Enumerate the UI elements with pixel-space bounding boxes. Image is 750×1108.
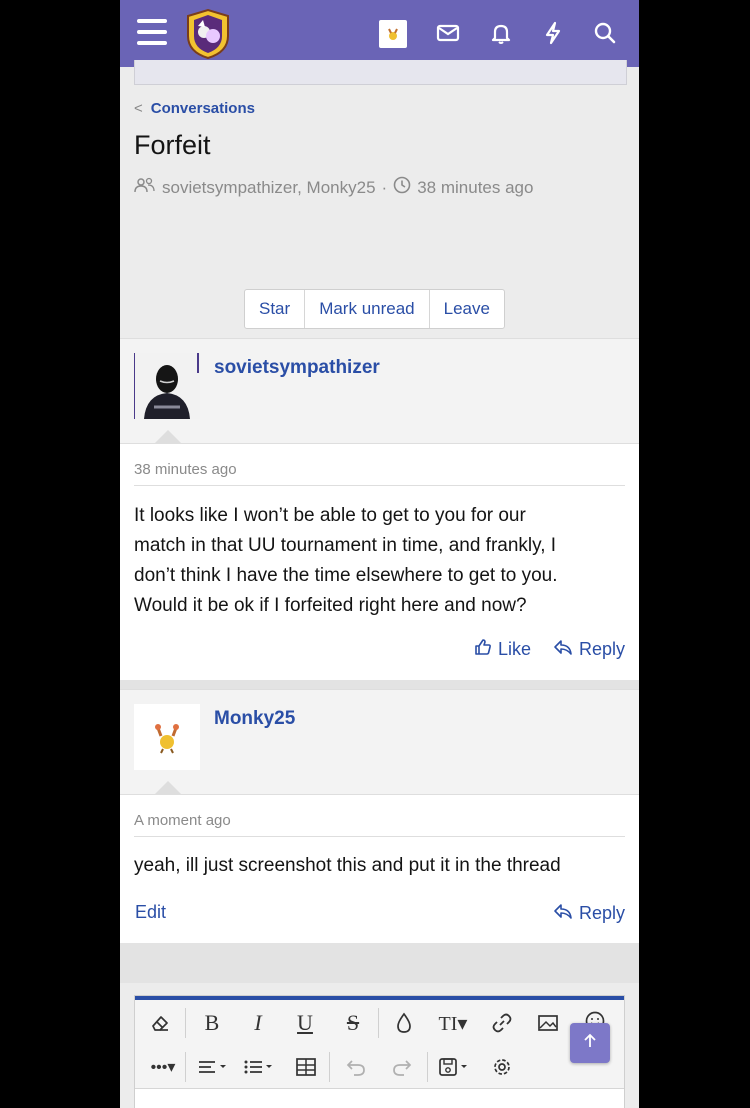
avatar[interactable] [134,704,200,770]
message-line: Would it be ok if I forfeited right here… [134,595,527,616]
list-icon[interactable] [239,1052,279,1082]
message-header: sovietsympathizer [120,338,639,443]
edit-button[interactable]: Edit [135,902,166,923]
inbox-icon[interactable] [435,20,461,46]
reply-label: Reply [579,639,626,659]
breadcrumb[interactable]: < Conversations [134,100,255,117]
save-draft-icon[interactable] [435,1052,475,1082]
more-icon[interactable]: •••▾ [143,1052,183,1082]
eraser-icon[interactable] [145,1008,175,1038]
scroll-to-top-button[interactable] [570,1023,610,1063]
table-icon[interactable] [291,1052,321,1082]
notch [155,781,181,794]
color-icon[interactable] [389,1008,419,1038]
message-time[interactable]: 38 minutes ago [134,461,237,478]
settings-icon[interactable] [487,1052,517,1082]
message-username[interactable]: Monky25 [214,708,295,730]
message-body: A moment ago yeah, ill just screenshot t… [120,794,639,943]
message-username[interactable]: sovietsympathizer [214,357,380,379]
italic-icon[interactable]: I [243,1008,273,1038]
reply-area-background [120,943,639,983]
like-button[interactable]: Like [474,638,531,661]
edit-label: Edit [135,902,167,922]
toolbar-divider [378,1008,379,1038]
participants-icon [134,176,156,199]
redo-icon[interactable] [387,1052,417,1082]
mark-unread-button[interactable]: Mark unread [305,290,430,328]
arrow-up-icon [581,1032,599,1055]
participants: sovietsympathizer, Monky25 [162,177,376,197]
star-button[interactable]: Star [245,290,306,328]
top-bar [120,0,639,67]
conversation-meta: sovietsympathizer, Monky25 · 38 minutes … [134,176,533,199]
conversation-time: 38 minutes ago [417,177,534,197]
forum-logo[interactable] [184,8,232,60]
message-time[interactable]: A moment ago [134,812,231,829]
editor-accent [135,996,624,1000]
chevron-left-icon: < [134,100,143,117]
divider [134,836,625,837]
like-label: Like [498,639,532,659]
user-avatar[interactable] [379,20,407,48]
leave-button[interactable]: Leave [430,290,504,328]
link-icon[interactable] [487,1008,517,1038]
undo-icon[interactable] [341,1052,371,1082]
message-body: 38 minutes ago It looks like I won’t be … [120,443,639,680]
bell-icon[interactable] [488,20,514,46]
message-text: yeah, ill just screenshot this and put i… [134,855,561,876]
notice-strip [134,60,627,85]
image-icon[interactable] [533,1008,563,1038]
breadcrumb-label[interactable]: Conversations [151,100,255,117]
message-line: don’t think I have the time elsewhere to… [134,565,558,586]
message-line: It looks like I won’t be able to get to … [134,505,526,526]
bolt-icon[interactable] [540,20,566,46]
meta-separator: · [381,177,388,197]
reply-button[interactable]: Reply [553,902,625,925]
message-header: Monky25 [120,689,639,794]
message-line: match in that UU tournament in time, and… [134,535,557,556]
menu-icon[interactable] [137,19,167,45]
message-text: It looks like I won’t be able to get to … [134,501,614,621]
avatar[interactable] [133,353,200,419]
bold-icon[interactable]: B [197,1008,227,1038]
message-input[interactable] [135,1088,624,1108]
toolbar-divider [185,1008,186,1038]
divider [134,485,625,486]
page: < Conversations Forfeit sovietsympathizer… [120,0,639,1108]
reply-button[interactable]: Reply [553,638,625,661]
reply-icon [553,902,573,925]
notch [155,430,181,443]
toolbar-divider [427,1052,428,1082]
conversation-actions: Star Mark unread Leave [244,289,505,329]
toolbar-divider [185,1052,186,1082]
reply-icon [553,638,573,661]
underline-icon[interactable]: U [290,1008,320,1038]
text-size-icon[interactable]: TI▾ [433,1008,473,1038]
toolbar-divider [329,1052,330,1082]
clock-icon [393,176,411,199]
reply-editor: B I U S TI▾ •••▾ [134,995,625,1108]
page-title: Forfeit [134,130,211,160]
search-icon[interactable] [592,20,618,46]
thumbs-up-icon [474,638,492,661]
reply-label: Reply [579,903,626,923]
align-icon[interactable] [193,1052,233,1082]
strikethrough-icon[interactable]: S [338,1008,368,1038]
